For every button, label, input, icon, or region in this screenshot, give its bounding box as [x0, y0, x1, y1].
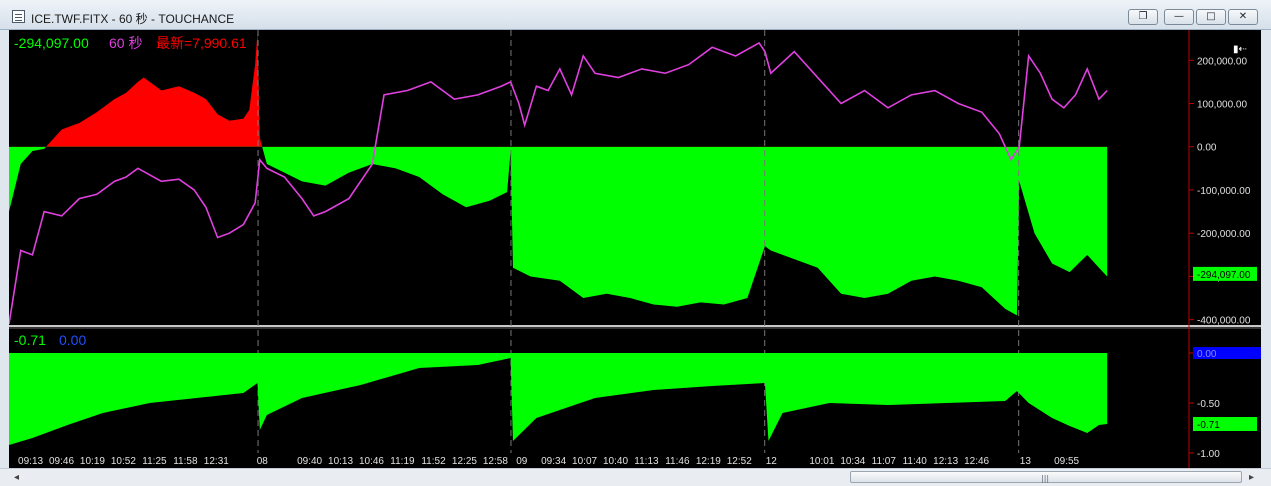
- x-axis-label: 11:13: [634, 456, 659, 467]
- x-axis-label: 12:19: [696, 456, 721, 467]
- minimize-button[interactable]: —: [1164, 9, 1194, 25]
- scrollbar-thumb[interactable]: |||: [850, 471, 1242, 483]
- x-axis-label: 11:25: [142, 456, 167, 467]
- bottom-last-value-label: -0.71: [1197, 420, 1220, 431]
- top-legend-value: -294,097.00: [14, 35, 89, 51]
- x-axis-label: 08: [257, 456, 269, 467]
- maximize-button[interactable]: □: [1196, 9, 1226, 25]
- x-axis-label: 10:13: [328, 456, 353, 467]
- x-axis-label: 12:58: [483, 456, 508, 467]
- document-icon: [12, 10, 25, 23]
- chart-area[interactable]: 200,000.00 100,000.00 0.00 -100,000.00 -200,…: [9, 30, 1261, 468]
- scroll-left-arrow-icon[interactable]: ◂: [14, 472, 19, 483]
- x-axis-label: 12: [766, 456, 778, 467]
- chart-canvas[interactable]: 200,000.00 100,000.00 0.00 -100,000.00 -200,…: [9, 30, 1261, 468]
- window-title: ICE.TWF.FITX - 60 秒 - TOUCHANCE: [31, 12, 235, 26]
- bottom-area-series: [9, 353, 1108, 445]
- restore-icon[interactable]: ❐: [1128, 9, 1158, 25]
- x-axis-label: 09: [516, 456, 528, 467]
- x-axis-label: 12:13: [933, 456, 958, 467]
- x-axis-label: 12:25: [452, 456, 477, 467]
- bottom-ytick-label-2: -1.00: [1197, 449, 1220, 460]
- bottom-current-value-label: 0.00: [1197, 349, 1217, 360]
- scrollbar-grip-icon: |||: [1041, 474, 1050, 483]
- x-axis-label: 11:07: [872, 456, 897, 467]
- x-axis-label: 09:13: [18, 456, 43, 467]
- window-titlebar: ICE.TWF.FITX - 60 秒 - TOUCHANCE ❐ — □ ✕: [0, 0, 1271, 30]
- x-axis-label: 10:40: [603, 456, 628, 467]
- top-ytick-label-3: -100,000.00: [1197, 186, 1251, 197]
- x-axis-label: 12:52: [727, 456, 752, 467]
- x-axis-label: 10:01: [809, 456, 834, 467]
- top-last-value-label: -294,097.00: [1197, 270, 1251, 281]
- panel-toggle-icon[interactable]: ▮⇠: [1233, 44, 1247, 55]
- x-axis-label: 11:58: [173, 456, 198, 467]
- x-axis-label: 11:40: [903, 456, 928, 467]
- x-axis-label: 10:46: [359, 456, 384, 467]
- top-ytick-label-6: -400,000.00: [1197, 316, 1251, 327]
- x-axis-label: 12:31: [204, 456, 229, 467]
- top-ytick-label-2: 0.00: [1197, 143, 1217, 154]
- top-legend-latest: 最新=7,990.61: [156, 35, 247, 51]
- top-ytick-label-4: -200,000.00: [1197, 229, 1251, 240]
- x-axis-label: 10:52: [111, 456, 136, 467]
- bottom-legend-value2: 0.00: [59, 332, 86, 348]
- x-axis-label: 09:34: [541, 456, 566, 467]
- x-axis-label: 12:46: [964, 456, 989, 467]
- bottom-legend-value: -0.71: [14, 332, 46, 348]
- x-axis-label: 11:46: [665, 456, 690, 467]
- x-axis-label: 11:19: [390, 456, 415, 467]
- x-axis-label: 10:34: [840, 456, 865, 467]
- top-legend-interval: 60 秒: [109, 35, 142, 51]
- x-axis-label: 09:55: [1054, 456, 1079, 467]
- close-button[interactable]: ✕: [1228, 9, 1258, 25]
- x-axis-label: 09:40: [297, 456, 322, 467]
- x-axis-label: 13: [1020, 456, 1032, 467]
- x-axis-label: 10:07: [572, 456, 597, 467]
- bottom-ytick-label-1: -0.50: [1197, 399, 1220, 410]
- x-axis-label: 11:52: [421, 456, 446, 467]
- top-area-negative: [9, 146, 1108, 316]
- scroll-right-arrow-icon[interactable]: ▸: [1249, 472, 1254, 483]
- top-ytick-label-0: 200,000.00: [1197, 56, 1247, 67]
- horizontal-scrollbar[interactable]: ◂ ||| ▸: [0, 468, 1271, 486]
- top-ytick-label-1: 100,000.00: [1197, 100, 1247, 111]
- x-axis-label: 09:46: [49, 456, 74, 467]
- x-axis-label: 10:19: [80, 456, 105, 467]
